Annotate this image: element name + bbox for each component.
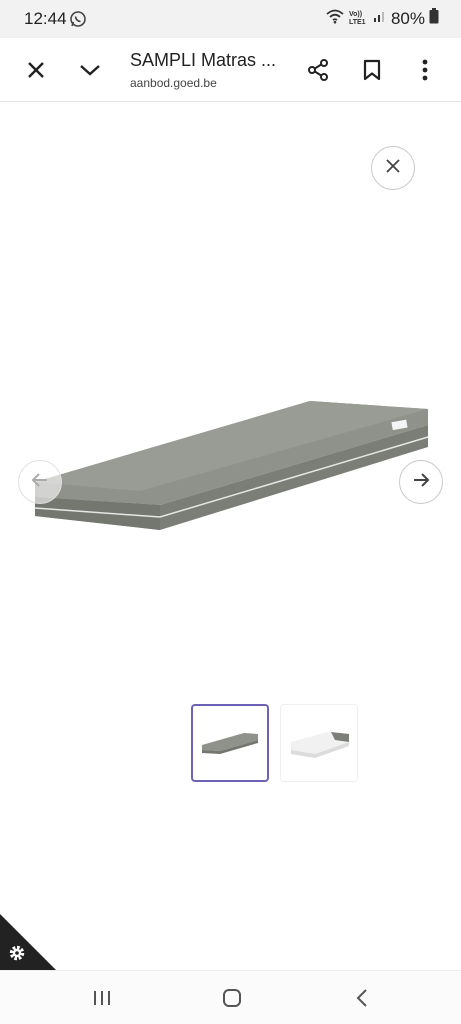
share-icon[interactable]	[304, 56, 332, 84]
bookmark-icon[interactable]	[358, 56, 386, 84]
product-image-mattress	[34, 401, 429, 530]
wifi-icon	[325, 8, 345, 29]
close-icon	[385, 158, 401, 179]
battery-icon	[429, 8, 439, 29]
back-icon[interactable]	[347, 985, 377, 1011]
arrow-left-icon	[31, 472, 49, 493]
battery-percent: 80%	[390, 8, 425, 28]
signal-icon	[373, 9, 387, 28]
next-image-button[interactable]	[399, 460, 443, 504]
home-icon[interactable]	[217, 985, 247, 1011]
page-url[interactable]: aanbod.goed.be	[130, 76, 217, 90]
more-vert-icon[interactable]	[411, 56, 439, 84]
arrow-right-icon	[412, 472, 430, 493]
browser-toolbar: SAMPLI Matras ... aanbod.goed.be	[0, 38, 461, 102]
status-time: 12:44	[24, 9, 67, 28]
recent-apps-icon[interactable]	[87, 985, 117, 1011]
image-gallery	[0, 103, 461, 970]
settings-corner[interactable]	[0, 914, 56, 970]
lte-label: Vo)) LTE1	[348, 10, 366, 26]
thumbnail-white-mattress[interactable]	[280, 704, 358, 782]
status-bar: 12:44 Vo)) LTE1 80%	[0, 0, 461, 38]
gallery-close-button[interactable]	[371, 146, 415, 190]
whatsapp-icon	[69, 10, 87, 28]
system-nav-bar	[0, 970, 461, 1024]
status-right: Vo)) LTE1 80%	[325, 8, 439, 29]
previous-image-button[interactable]	[18, 460, 62, 504]
chevron-down-icon[interactable]	[76, 56, 104, 84]
page-title[interactable]: SAMPLI Matras ...	[130, 50, 290, 71]
close-icon[interactable]	[22, 56, 50, 84]
thumbnail-grey-mattress[interactable]	[191, 704, 269, 782]
